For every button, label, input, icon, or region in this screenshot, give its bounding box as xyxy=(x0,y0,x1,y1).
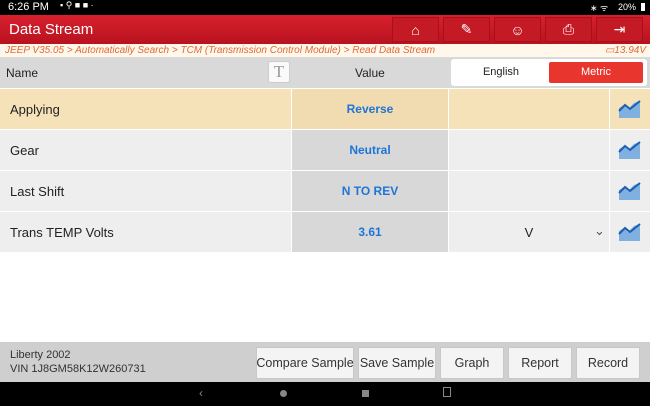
battery-icon xyxy=(641,3,645,11)
edit-report-button[interactable]: ✎ xyxy=(443,17,490,42)
home-icon: ⌂ xyxy=(411,21,420,38)
unit-dropdown-icon[interactable]: ⌄ xyxy=(594,223,605,239)
support-button[interactable]: ☺ xyxy=(494,17,541,42)
breadcrumb: JEEP V35.05 > Automatically Search > TCM… xyxy=(0,44,650,57)
parameter-value: Reverse xyxy=(292,89,448,129)
screenshot-icon[interactable] xyxy=(443,387,451,397)
name-header: Name xyxy=(6,66,39,80)
battery-level: 20% xyxy=(618,2,637,12)
android-nav-bar: ‹ xyxy=(0,382,650,406)
table-row[interactable]: Gear Neutral xyxy=(0,130,650,170)
save-sample-button[interactable]: Save Sample xyxy=(358,347,436,379)
graph-button[interactable] xyxy=(610,89,650,129)
parameter-name: Applying xyxy=(0,89,291,129)
support-icon: ☺ xyxy=(510,21,525,38)
parameter-value: Neutral xyxy=(292,130,448,170)
status-bar: 6:26 PM ▪ ⚲ ■ ■ · ∗ ᯤ 20% xyxy=(0,0,650,15)
exit-icon: ⇥ xyxy=(613,21,626,37)
font-size-button[interactable]: T xyxy=(268,61,290,83)
vehicle-vin: VIN 1J8GM58K12W260731 xyxy=(10,363,146,375)
compare-sample-button[interactable]: Compare Sample xyxy=(256,347,354,379)
exit-button[interactable]: ⇥ xyxy=(596,17,643,42)
graph-button[interactable]: Graph xyxy=(440,347,504,379)
parameter-unit xyxy=(449,130,609,170)
parameter-unit xyxy=(449,171,609,211)
notification-icons: ▪ ⚲ ■ ■ · xyxy=(60,0,94,10)
parameter-value: 3.61 xyxy=(292,212,448,252)
print-button[interactable]: ⎙ xyxy=(545,17,592,42)
value-header: Value xyxy=(355,66,385,80)
edit-icon: ✎ xyxy=(460,21,473,37)
graph-button[interactable] xyxy=(610,130,650,170)
parameter-unit: V xyxy=(449,212,609,252)
record-button[interactable]: Record xyxy=(576,347,640,379)
graph-button[interactable] xyxy=(610,212,650,252)
unit-toggle: English Metric xyxy=(451,59,647,86)
chart-trend-icon xyxy=(618,141,641,159)
clock: 6:26 PM xyxy=(8,1,49,13)
vehicle-model: Liberty 2002 xyxy=(10,349,71,361)
print-icon: ⎙ xyxy=(562,21,575,37)
text-icon: T xyxy=(273,62,285,81)
parameter-unit xyxy=(449,89,609,129)
battery-voltage: ▭13.94V xyxy=(604,45,646,56)
parameter-name: Trans TEMP Volts xyxy=(0,212,291,252)
chart-trend-icon xyxy=(618,223,641,241)
english-unit-button[interactable]: English xyxy=(451,59,551,86)
recents-icon[interactable] xyxy=(362,390,369,397)
chart-trend-icon xyxy=(618,100,641,118)
table-header: Name T Value English Metric xyxy=(0,57,650,88)
title-bar: Data Stream ⌂ ✎ ☺ ⎙ ⇥ xyxy=(0,15,650,44)
metric-unit-button[interactable]: Metric xyxy=(549,62,643,83)
parameter-value: N TO REV xyxy=(292,171,448,211)
table-row[interactable]: Last Shift N TO REV xyxy=(0,171,650,211)
home-button[interactable]: ⌂ xyxy=(392,17,439,42)
table-row[interactable]: Trans TEMP Volts 3.61 V xyxy=(0,212,650,252)
chart-trend-icon xyxy=(618,182,641,200)
graph-button[interactable] xyxy=(610,171,650,211)
parameter-name: Gear xyxy=(0,130,291,170)
battery-icon: ▭ xyxy=(604,45,615,56)
report-button[interactable]: Report xyxy=(508,347,572,379)
parameter-name: Last Shift xyxy=(0,171,291,211)
bottom-bar: Liberty 2002 VIN 1J8GM58K12W260731 Compa… xyxy=(0,342,650,382)
breadcrumb-text: JEEP V35.05 > Automatically Search > TCM… xyxy=(5,45,436,56)
page-title: Data Stream xyxy=(9,21,94,38)
bluetooth-wifi-icon: ∗ ᯤ xyxy=(590,3,609,13)
table-row[interactable]: Applying Reverse xyxy=(0,89,650,129)
back-icon[interactable]: ‹ xyxy=(199,386,203,400)
home-nav-icon[interactable] xyxy=(280,390,287,397)
